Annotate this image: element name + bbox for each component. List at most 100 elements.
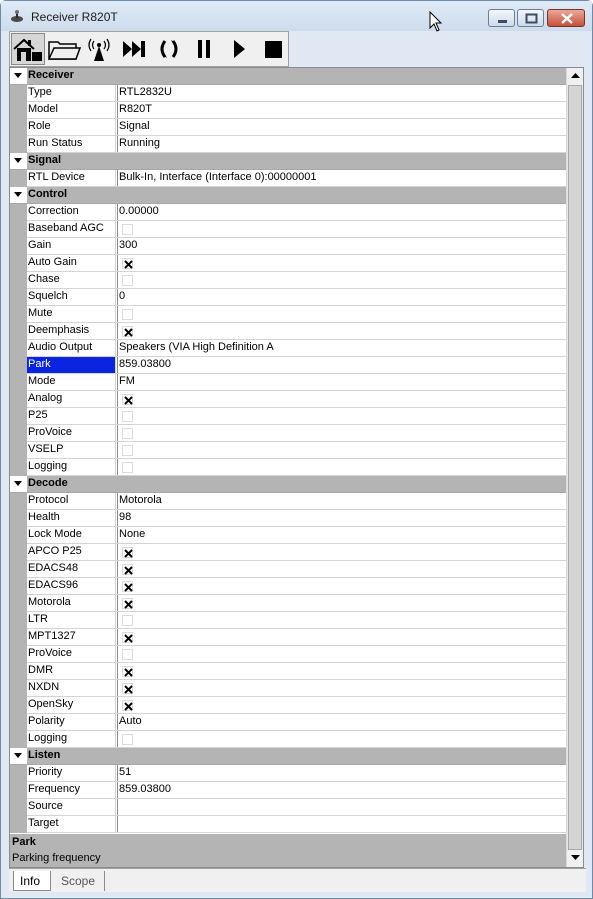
property-name[interactable]: Gain bbox=[27, 238, 116, 254]
property-value[interactable]: Motorola bbox=[117, 493, 566, 509]
property-value[interactable] bbox=[117, 306, 566, 322]
refresh-button[interactable] bbox=[151, 33, 185, 65]
property-name[interactable]: Park bbox=[27, 357, 116, 373]
property-value[interactable]: 859.03800 bbox=[117, 357, 566, 373]
property-checkbox[interactable] bbox=[122, 581, 133, 592]
property-name[interactable]: Source bbox=[27, 799, 116, 815]
property-row[interactable]: P25 bbox=[10, 408, 566, 425]
property-value[interactable]: 300 bbox=[117, 238, 566, 254]
property-checkbox[interactable] bbox=[122, 666, 133, 677]
property-row[interactable]: RTL Device Bulk-In, Interface (Interface … bbox=[10, 170, 566, 187]
property-row[interactable]: Target bbox=[10, 816, 566, 833]
property-row[interactable]: ProVoice bbox=[10, 425, 566, 442]
property-row[interactable]: Baseband AGC bbox=[10, 221, 566, 238]
property-value[interactable] bbox=[117, 612, 566, 628]
category-decode[interactable]: Decode bbox=[10, 476, 566, 493]
property-row[interactable]: Analog bbox=[10, 391, 566, 408]
property-name[interactable]: Logging bbox=[27, 731, 116, 747]
property-row[interactable]: APCO P25 bbox=[10, 544, 566, 561]
property-value[interactable] bbox=[117, 544, 566, 560]
property-value[interactable]: R820T bbox=[117, 102, 566, 118]
property-value[interactable]: 0.00000 bbox=[117, 204, 566, 220]
property-value[interactable]: 0 bbox=[117, 289, 566, 305]
property-name[interactable]: Squelch bbox=[27, 289, 116, 305]
property-row[interactable]: Motorola bbox=[10, 595, 566, 612]
property-value[interactable] bbox=[117, 578, 566, 594]
property-name[interactable]: Run Status bbox=[27, 136, 116, 152]
title-bar[interactable]: Receiver R820T bbox=[1, 1, 592, 32]
property-row[interactable]: Logging bbox=[10, 459, 566, 476]
category-control[interactable]: Control bbox=[10, 187, 566, 204]
property-name[interactable]: Lock Mode bbox=[27, 527, 116, 543]
collapse-toggle-icon[interactable] bbox=[10, 68, 27, 84]
collapse-toggle-icon[interactable] bbox=[10, 748, 27, 764]
property-checkbox[interactable] bbox=[122, 258, 133, 269]
property-checkbox[interactable] bbox=[122, 309, 133, 320]
collapse-toggle-icon[interactable] bbox=[10, 187, 27, 203]
property-value[interactable] bbox=[117, 425, 566, 441]
property-value[interactable]: Auto bbox=[117, 714, 566, 730]
property-row[interactable]: Deemphasis bbox=[10, 323, 566, 340]
property-checkbox[interactable] bbox=[122, 428, 133, 439]
property-value[interactable] bbox=[117, 697, 566, 713]
property-checkbox[interactable] bbox=[122, 547, 133, 558]
property-row[interactable]: Logging bbox=[10, 731, 566, 748]
property-value[interactable] bbox=[117, 680, 566, 696]
property-name[interactable]: Baseband AGC bbox=[27, 221, 116, 237]
property-row[interactable]: VSELP bbox=[10, 442, 566, 459]
property-name[interactable]: Correction bbox=[27, 204, 116, 220]
collapse-toggle-icon[interactable] bbox=[10, 153, 27, 169]
property-value[interactable] bbox=[117, 323, 566, 339]
skip-forward-button[interactable] bbox=[116, 33, 150, 65]
property-checkbox[interactable] bbox=[122, 649, 133, 660]
property-name[interactable]: Auto Gain bbox=[27, 255, 116, 271]
property-value[interactable] bbox=[117, 595, 566, 611]
property-name[interactable]: Protocol bbox=[27, 493, 116, 509]
scroll-up-button[interactable] bbox=[567, 68, 583, 85]
property-row[interactable]: Mute bbox=[10, 306, 566, 323]
property-name[interactable]: LTR bbox=[27, 612, 116, 628]
property-row[interactable]: Polarity Auto bbox=[10, 714, 566, 731]
category-listen[interactable]: Listen bbox=[10, 748, 566, 765]
property-value[interactable] bbox=[117, 646, 566, 662]
property-name[interactable]: Chase bbox=[27, 272, 116, 288]
property-row[interactable]: Health 98 bbox=[10, 510, 566, 527]
property-name[interactable]: DMR bbox=[27, 663, 116, 679]
property-name[interactable]: EDACS96 bbox=[27, 578, 116, 594]
property-name[interactable]: Target bbox=[27, 816, 116, 832]
tab-info[interactable]: Info bbox=[13, 871, 51, 891]
property-row[interactable]: Chase bbox=[10, 272, 566, 289]
property-value[interactable]: Running bbox=[117, 136, 566, 152]
property-value[interactable] bbox=[117, 663, 566, 679]
tab-scope[interactable]: Scope bbox=[55, 871, 105, 891]
property-name[interactable]: NXDN bbox=[27, 680, 116, 696]
property-name[interactable]: Type bbox=[27, 85, 116, 101]
property-value[interactable] bbox=[117, 799, 566, 815]
property-value[interactable] bbox=[117, 272, 566, 288]
property-value[interactable]: None bbox=[117, 527, 566, 543]
property-row[interactable]: Auto Gain bbox=[10, 255, 566, 272]
vertical-scrollbar[interactable] bbox=[566, 68, 583, 867]
scroll-thumb[interactable] bbox=[568, 85, 582, 850]
property-row[interactable]: ProVoice bbox=[10, 646, 566, 663]
play-button[interactable] bbox=[221, 33, 255, 65]
property-name[interactable]: RTL Device bbox=[27, 170, 116, 186]
property-name[interactable]: Audio Output bbox=[27, 340, 116, 356]
property-name[interactable]: VSELP bbox=[27, 442, 116, 458]
property-row[interactable]: LTR bbox=[10, 612, 566, 629]
property-row[interactable]: Type RTL2832U bbox=[10, 85, 566, 102]
property-name[interactable]: Mute bbox=[27, 306, 116, 322]
property-value[interactable]: Bulk-In, Interface (Interface 0):0000000… bbox=[117, 170, 566, 186]
property-name[interactable]: ProVoice bbox=[27, 646, 116, 662]
stop-button[interactable] bbox=[256, 33, 290, 65]
property-row[interactable]: OpenSky bbox=[10, 697, 566, 714]
property-row[interactable]: Correction 0.00000 bbox=[10, 204, 566, 221]
property-name[interactable]: Role bbox=[27, 119, 116, 135]
property-checkbox[interactable] bbox=[122, 275, 133, 286]
property-row[interactable]: Audio Output Speakers (VIA High Definitio… bbox=[10, 340, 566, 357]
property-value[interactable]: RTL2832U bbox=[117, 85, 566, 101]
property-name[interactable]: Model bbox=[27, 102, 116, 118]
property-row[interactable]: NXDN bbox=[10, 680, 566, 697]
property-value[interactable] bbox=[117, 459, 566, 475]
property-checkbox[interactable] bbox=[122, 632, 133, 643]
